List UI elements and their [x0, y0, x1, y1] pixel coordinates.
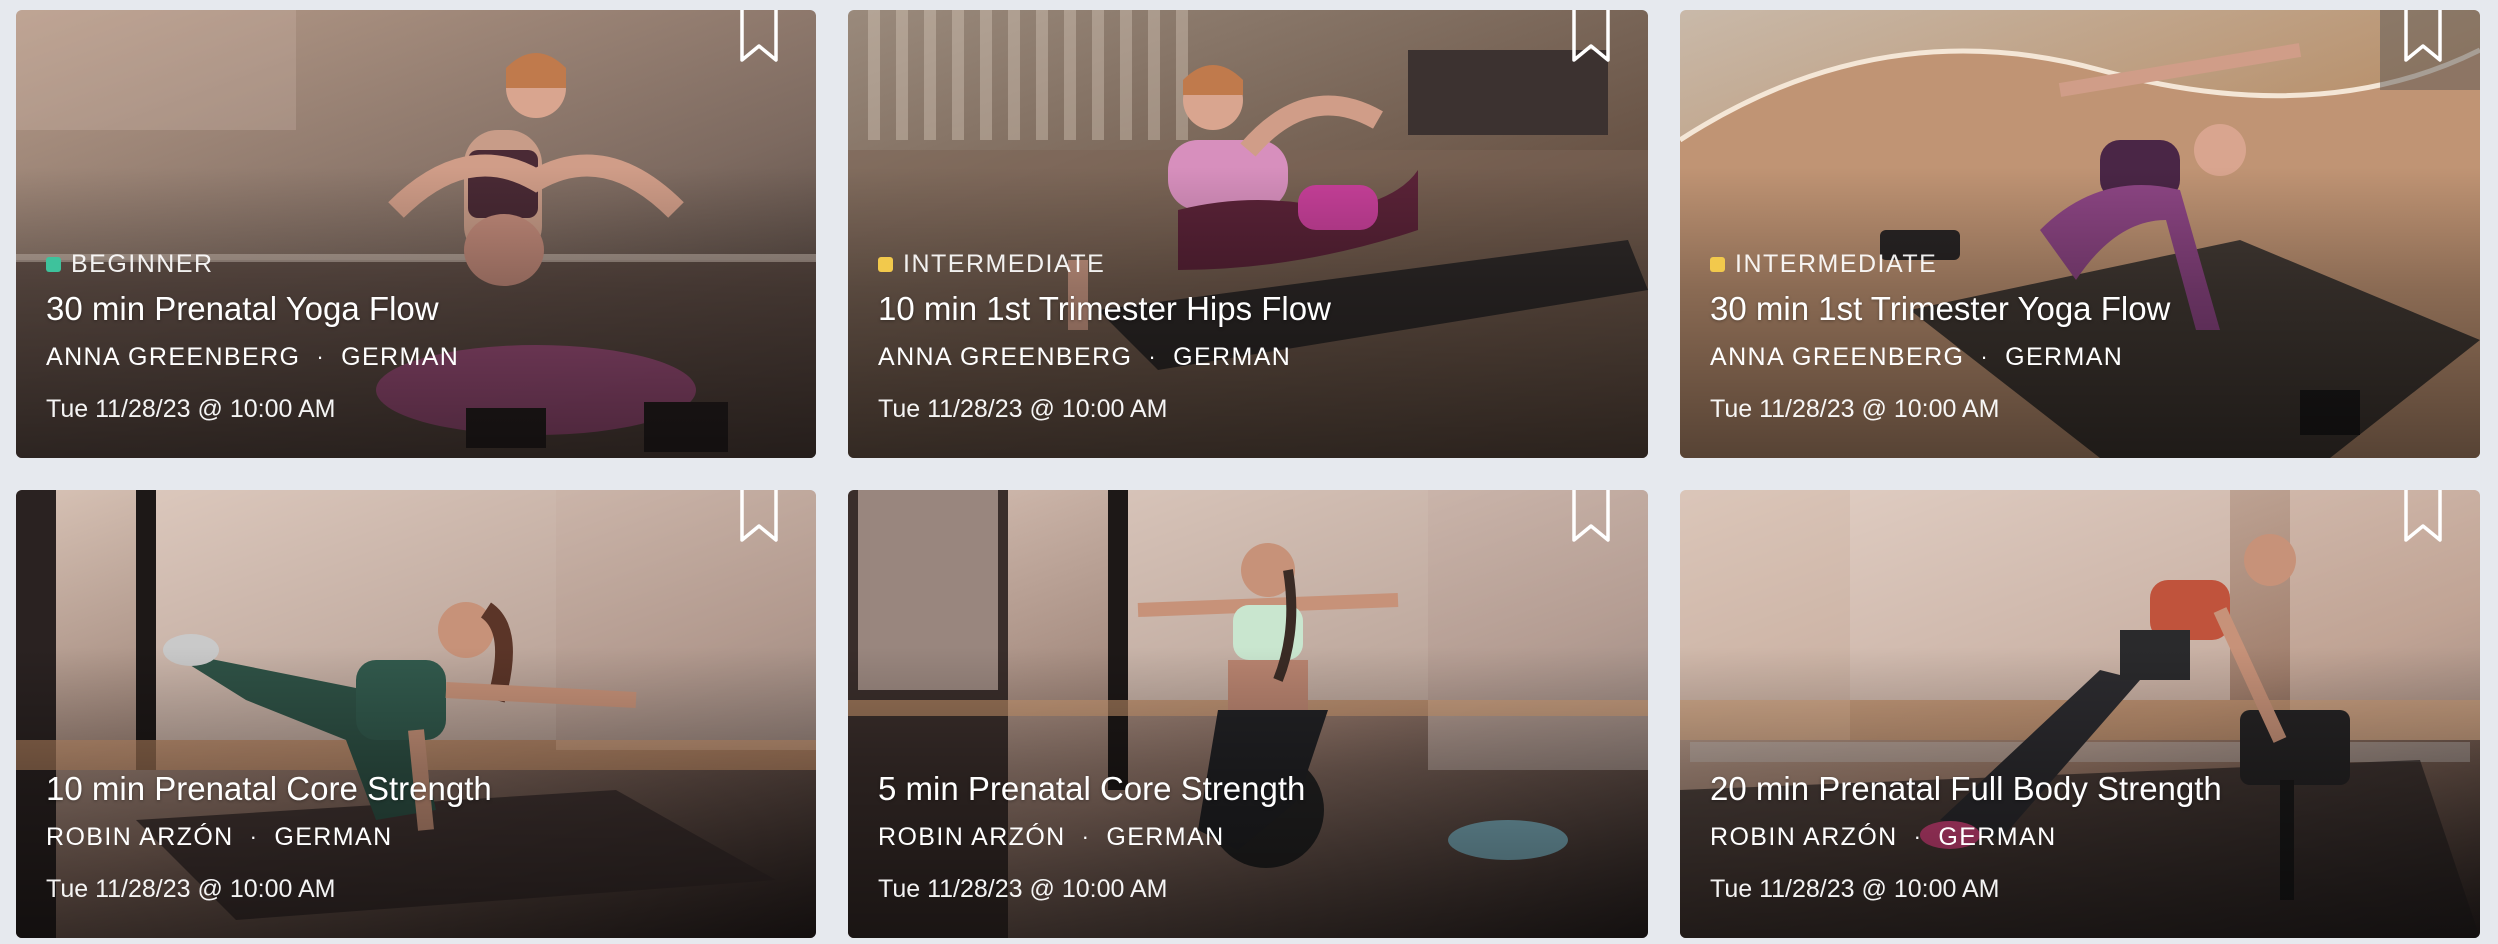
class-language: GERMAN: [341, 343, 460, 371]
class-language: GERMAN: [1173, 343, 1292, 371]
class-meta: ROBIN ARZÓN · GERMAN: [878, 820, 1618, 854]
meta-separator: ·: [249, 824, 259, 849]
class-meta: ANNA GREENBERG · GERMAN: [46, 340, 786, 374]
instructor-name[interactable]: ROBIN ARZÓN: [878, 820, 1066, 854]
difficulty-label: INTERMEDIATE: [1735, 249, 1938, 278]
class-title[interactable]: 30 min Prenatal Yoga Flow: [46, 288, 786, 330]
class-info: 5 min Prenatal Core Strength ROBIN ARZÓN…: [878, 768, 1618, 906]
difficulty-indicator: [1710, 256, 1725, 272]
class-title[interactable]: 5 min Prenatal Core Strength: [878, 768, 1618, 810]
class-info: INTERMEDIATE 30 min 1st Trimester Yoga F…: [1710, 248, 2450, 426]
difficulty-label: INTERMEDIATE: [903, 249, 1106, 278]
class-meta: ROBIN ARZÓN · GERMAN: [1710, 820, 2450, 854]
class-language: GERMAN: [2005, 343, 2124, 371]
instructor-name[interactable]: ANNA GREENBERG: [1710, 340, 1964, 374]
bookmark-icon[interactable]: [1570, 10, 1612, 64]
class-info: 20 min Prenatal Full Body Strength ROBIN…: [1710, 768, 2450, 906]
class-info: INTERMEDIATE 10 min 1st Trimester Hips F…: [878, 248, 1618, 426]
difficulty-level: INTERMEDIATE: [1710, 248, 2450, 280]
class-meta: ANNA GREENBERG · GERMAN: [1710, 340, 2450, 374]
meta-separator: ·: [316, 344, 326, 369]
bookmark-icon[interactable]: [1570, 490, 1612, 544]
class-card[interactable]: INTERMEDIATE 10 min 1st Trimester Hips F…: [848, 10, 1648, 458]
difficulty-indicator: [46, 256, 61, 272]
bookmark-icon[interactable]: [2402, 490, 2444, 544]
class-info: 10 min Prenatal Core Strength ROBIN ARZÓ…: [46, 768, 786, 906]
bookmark-icon[interactable]: [738, 10, 780, 64]
meta-separator: ·: [1081, 824, 1091, 849]
class-grid: BEGINNER 30 min Prenatal Yoga Flow ANNA …: [0, 0, 2498, 944]
difficulty-label: BEGINNER: [71, 249, 214, 278]
class-card[interactable]: 5 min Prenatal Core Strength ROBIN ARZÓN…: [848, 490, 1648, 938]
class-datetime: Tue 11/28/23 @ 10:00 AM: [878, 875, 1168, 903]
class-card[interactable]: 20 min Prenatal Full Body Strength ROBIN…: [1680, 490, 2480, 938]
class-language: GERMAN: [1938, 823, 2057, 851]
class-card[interactable]: BEGINNER 30 min Prenatal Yoga Flow ANNA …: [16, 10, 816, 458]
class-meta: ROBIN ARZÓN · GERMAN: [46, 820, 786, 854]
class-title[interactable]: 30 min 1st Trimester Yoga Flow: [1710, 288, 2450, 330]
difficulty-level: BEGINNER: [46, 248, 786, 280]
instructor-name[interactable]: ANNA GREENBERG: [878, 340, 1132, 374]
class-datetime: Tue 11/28/23 @ 10:00 AM: [878, 395, 1168, 423]
instructor-name[interactable]: ROBIN ARZÓN: [1710, 820, 1898, 854]
class-datetime: Tue 11/28/23 @ 10:00 AM: [1710, 395, 2000, 423]
bookmark-icon[interactable]: [2402, 10, 2444, 64]
class-title[interactable]: 10 min 1st Trimester Hips Flow: [878, 288, 1618, 330]
class-datetime: Tue 11/28/23 @ 10:00 AM: [1710, 875, 2000, 903]
class-language: GERMAN: [1106, 823, 1225, 851]
class-title[interactable]: 20 min Prenatal Full Body Strength: [1710, 768, 2450, 810]
class-info: BEGINNER 30 min Prenatal Yoga Flow ANNA …: [46, 248, 786, 426]
meta-separator: ·: [1148, 344, 1158, 369]
class-meta: ANNA GREENBERG · GERMAN: [878, 340, 1618, 374]
class-datetime: Tue 11/28/23 @ 10:00 AM: [46, 875, 336, 903]
class-card[interactable]: INTERMEDIATE 30 min 1st Trimester Yoga F…: [1680, 10, 2480, 458]
class-language: GERMAN: [274, 823, 393, 851]
instructor-name[interactable]: ROBIN ARZÓN: [46, 820, 234, 854]
class-title[interactable]: 10 min Prenatal Core Strength: [46, 768, 786, 810]
instructor-name[interactable]: ANNA GREENBERG: [46, 340, 300, 374]
bookmark-icon[interactable]: [738, 490, 780, 544]
difficulty-level: INTERMEDIATE: [878, 248, 1618, 280]
difficulty-indicator: [878, 256, 893, 272]
class-card[interactable]: 10 min Prenatal Core Strength ROBIN ARZÓ…: [16, 490, 816, 938]
meta-separator: ·: [1913, 824, 1923, 849]
meta-separator: ·: [1980, 344, 1990, 369]
class-datetime: Tue 11/28/23 @ 10:00 AM: [46, 395, 336, 423]
